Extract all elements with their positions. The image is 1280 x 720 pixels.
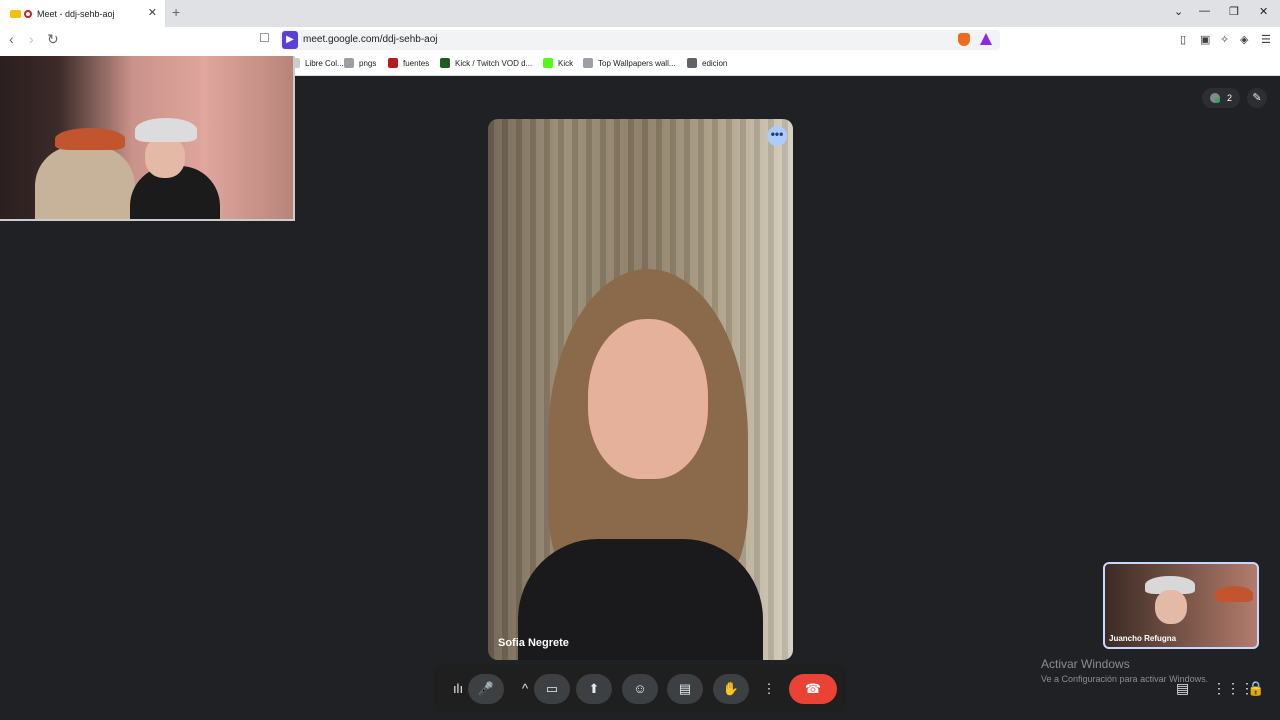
restore-button[interactable]: ❐ — [1229, 5, 1239, 18]
brave-rewards-icon[interactable] — [980, 33, 992, 45]
bookmark-item[interactable]: edicion — [687, 58, 727, 68]
tab-title: Meet - ddj-sehb-aoj — [37, 8, 115, 19]
cowboy-hat-right — [135, 118, 197, 142]
new-tab-button[interactable]: + — [172, 4, 180, 20]
tab-search-icon[interactable]: ⌄ — [1174, 5, 1183, 18]
bookmark-icon — [543, 58, 553, 68]
self-face — [1155, 590, 1187, 624]
active-status-icon — [1215, 98, 1220, 103]
cowboy-hat-left — [55, 128, 125, 150]
other-hat — [1215, 586, 1253, 602]
main-participant-name: Sofia Negrete — [498, 637, 569, 649]
bookmark-icon — [583, 58, 593, 68]
bookmark-label: Kick / Twitch VOD d... — [455, 58, 533, 68]
url-text[interactable]: meet.google.com/ddj-sehb-aoj — [303, 34, 438, 45]
bookmark-label: fuentes — [403, 58, 430, 68]
bookmark-icon — [344, 58, 354, 68]
host-controls-icon[interactable]: 🔒 — [1247, 680, 1264, 697]
meet-favicon-icon — [10, 9, 21, 18]
participants-badge[interactable]: 2 — [1202, 88, 1240, 108]
camera-button[interactable]: ▭ — [534, 674, 570, 704]
microphone-button[interactable]: 🎤 — [468, 674, 504, 704]
end-call-button[interactable]: ☎ — [789, 674, 837, 704]
minimize-button[interactable]: — — [1199, 5, 1210, 17]
close-window-button[interactable]: ✕ — [1259, 5, 1268, 18]
self-participant-name: Juancho Refugna — [1109, 634, 1177, 643]
bookmark-item[interactable]: Top Wallpapers wall... — [583, 58, 676, 68]
participant-face — [588, 319, 708, 479]
meet-site-icon: ▶ — [282, 31, 298, 49]
bookmark-label: Kick — [558, 58, 574, 68]
tab-meet[interactable]: Meet - ddj-sehb-aoj ✕ — [0, 0, 165, 27]
sidebar-icon[interactable]: ▯ — [1180, 33, 1186, 46]
emoji-reaction-button[interactable]: ☺ — [622, 674, 658, 704]
recording-icon — [24, 9, 32, 18]
bookmark-label: edicion — [702, 58, 728, 68]
chat-icon[interactable]: ▤ — [1176, 680, 1189, 697]
raise-hand-button[interactable]: ✋ — [713, 674, 749, 704]
bookmark-icon — [687, 58, 697, 68]
forward-button[interactable]: › — [29, 31, 34, 47]
bookmark-label: Libre Col... — [305, 58, 344, 68]
tab-strip — [0, 0, 1280, 27]
bookmark-icon — [440, 58, 450, 68]
windows-activation-title: Activar Windows — [1041, 657, 1130, 671]
present-screen-button[interactable]: ⬆ — [576, 674, 612, 704]
edit-layout-icon[interactable]: ✎ — [1247, 88, 1267, 108]
main-video-tile[interactable] — [488, 119, 793, 660]
leo-ai-icon[interactable]: ✧ — [1220, 33, 1229, 46]
face-right — [145, 136, 185, 178]
more-options-button[interactable]: ⋮ — [756, 674, 782, 704]
bookmark-item[interactable]: Kick — [543, 58, 573, 68]
tile-more-options-button[interactable]: ••• — [767, 126, 787, 146]
back-button[interactable]: ‹ — [9, 31, 14, 47]
person-left — [35, 146, 135, 219]
bookmark-item[interactable]: Kick / Twitch VOD d... — [440, 58, 532, 68]
bookmark-label: pngs — [359, 58, 377, 68]
bookmark-icon — [388, 58, 398, 68]
bookmark-item[interactable]: pngs — [344, 58, 376, 68]
bookmark-page-icon[interactable]: ☐ — [259, 31, 270, 45]
streamer-webcam-overlay — [0, 56, 295, 221]
captions-button[interactable]: ▤ — [667, 674, 703, 704]
participant-count: 2 — [1226, 93, 1232, 103]
bookmark-item[interactable]: fuentes — [388, 58, 429, 68]
brave-shields-icon[interactable] — [958, 33, 970, 46]
bookmark-label: Top Wallpapers wall... — [598, 58, 676, 68]
bookmark-item[interactable]: Libre Col... — [290, 58, 344, 68]
reload-button[interactable]: ↻ — [47, 31, 59, 48]
wallet-icon[interactable]: ▣ — [1200, 33, 1210, 46]
vpn-icon[interactable]: ◈ — [1240, 33, 1248, 46]
menu-icon[interactable]: ☰ — [1261, 33, 1271, 46]
tab-close-icon[interactable]: ✕ — [148, 6, 157, 19]
